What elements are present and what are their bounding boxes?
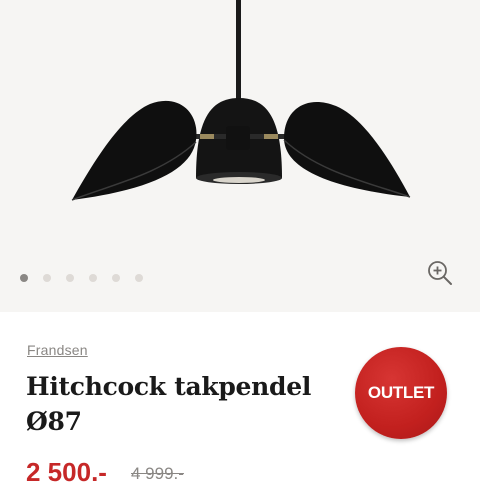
product-info: Frandsen Hitchcock takpendel Ø87 OUTLET … [0, 312, 480, 487]
product-title: Hitchcock takpendel Ø87 [26, 369, 346, 439]
gallery-dot[interactable] [135, 274, 143, 282]
sale-price: 2 500.- [26, 457, 107, 487]
gallery-pagination [20, 274, 143, 282]
brand-link[interactable]: Frandsen [27, 342, 88, 358]
gallery-dot[interactable] [43, 274, 51, 282]
gallery-dot[interactable] [20, 274, 28, 282]
product-title-line-2: Ø87 [26, 407, 82, 436]
outlet-badge-label: OUTLET [367, 383, 435, 402]
gallery-dot[interactable] [66, 274, 74, 282]
outlet-badge: OUTLET [355, 347, 447, 439]
original-price: 4 999.- [131, 464, 184, 483]
zoom-in-icon[interactable] [426, 259, 454, 287]
product-image [71, 0, 411, 201]
gallery-dot[interactable] [89, 274, 97, 282]
product-image-gallery[interactable] [0, 0, 480, 312]
product-title-line-1: Hitchcock takpendel [26, 372, 312, 401]
gallery-dot[interactable] [112, 274, 120, 282]
